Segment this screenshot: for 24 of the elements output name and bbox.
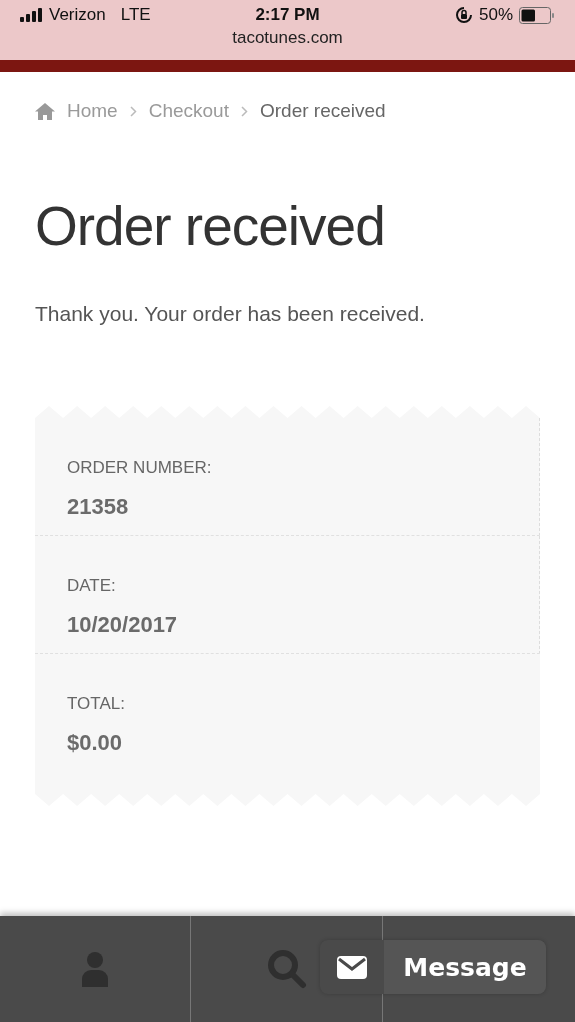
- search-icon[interactable]: [266, 949, 307, 989]
- confirmation-message: Thank you. Your order has been received.: [35, 302, 426, 326]
- home-icon[interactable]: [35, 102, 55, 120]
- battery-percent: 50%: [478, 5, 513, 25]
- page-title: Order received: [35, 194, 386, 258]
- breadcrumb-current: Order received: [259, 100, 386, 122]
- account-icon[interactable]: [80, 951, 110, 987]
- network-type: LTE: [120, 5, 151, 25]
- overview-label: TOTAL:: [67, 694, 126, 714]
- overview-label: DATE:: [67, 576, 117, 596]
- overview-value: $0.00: [67, 730, 124, 756]
- battery-icon: [519, 6, 555, 24]
- message-button[interactable]: Message: [320, 940, 546, 994]
- rotation-lock-icon: [454, 6, 473, 24]
- chevron-icon: [129, 105, 137, 117]
- envelope-icon: [337, 955, 367, 979]
- carrier-name: Verizon: [49, 5, 106, 25]
- signal-icon: [20, 8, 42, 22]
- page-url[interactable]: tacotunes.com: [232, 28, 343, 48]
- overview-value: 10/20/2017: [67, 612, 179, 638]
- overview-label: ORDER NUMBER:: [67, 458, 213, 478]
- clock: 2:17 PM: [255, 5, 320, 25]
- chevron-icon: [240, 105, 248, 117]
- overview-value: 21358: [67, 494, 130, 520]
